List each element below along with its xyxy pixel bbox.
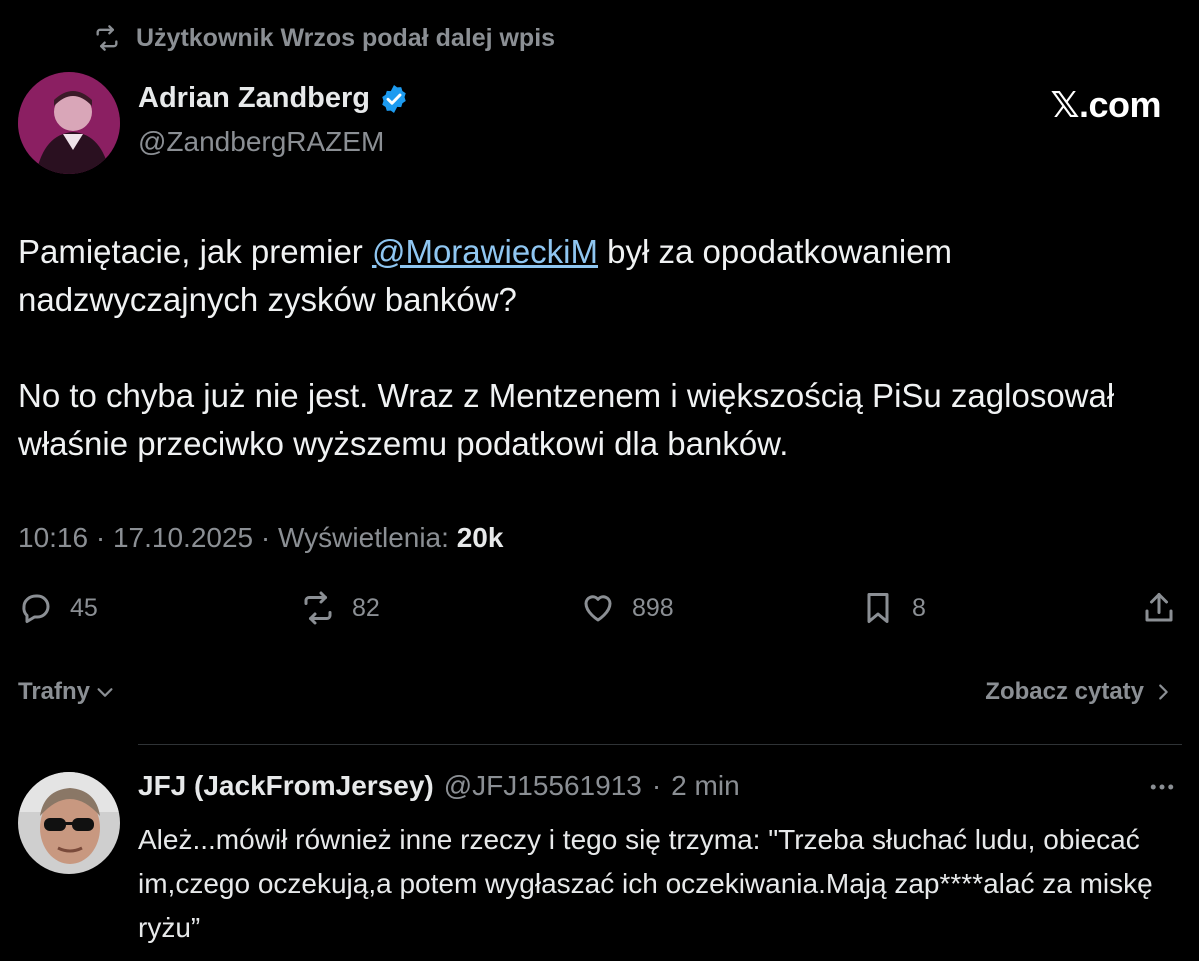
view-quotes-label: Zobacz cytaty <box>985 678 1144 705</box>
author-name-row[interactable]: Adrian Zandberg <box>138 82 410 115</box>
retweet-icon <box>96 25 118 51</box>
retweet-banner-text: Użytkownik Wrzos podał dalej wpis <box>136 23 556 52</box>
reply-avatar[interactable] <box>18 772 120 874</box>
retweet-button[interactable]: 82 <box>300 590 380 626</box>
tweet-meta: 10:16 · 17.10.2025 · Wyświetlenia: 20k <box>18 522 503 554</box>
reply-text: Ależ...mówił również inne rzeczy i tego … <box>138 824 1153 943</box>
retweet-icon <box>304 591 332 625</box>
more-options-icon[interactable] <box>1147 772 1177 802</box>
bookmark-icon <box>867 593 889 623</box>
x-logo: 𝕏.com <box>1050 84 1161 125</box>
reply-button[interactable]: 45 <box>18 590 98 626</box>
verified-badge-icon <box>382 84 406 113</box>
meta-separator: · <box>95 522 106 553</box>
view-quotes-link[interactable]: Zobacz cytaty <box>985 678 1174 706</box>
tweet-text: Pamiętacie, jak premier @MorawieckiM był… <box>18 228 1168 468</box>
tweet-date[interactable]: 17.10.2025 <box>113 522 253 553</box>
reply-count: 45 <box>70 593 98 622</box>
chevron-right-icon <box>1159 684 1168 700</box>
heart-icon <box>584 595 612 622</box>
reply-icon <box>22 594 50 623</box>
author-name: Adrian Zandberg <box>138 82 371 114</box>
replies-filter-bar: Trafny Zobacz cytaty <box>18 678 1178 714</box>
meta-separator: · <box>260 522 271 553</box>
author-handle[interactable]: @ZandbergRAZEM <box>138 126 384 158</box>
reply-author-name[interactable]: JFJ (JackFromJersey) <box>138 770 434 802</box>
mention-link[interactable]: @MorawieckiM <box>372 233 598 270</box>
reply-header: JFJ (JackFromJersey) @JFJ15561913 · 2 mi… <box>138 770 740 802</box>
tweet-paragraph-1: Pamiętacie, jak premier @MorawieckiM był… <box>18 228 1168 324</box>
reply-author-handle[interactable]: @JFJ15561913 <box>444 770 642 802</box>
tweet-text-part: Pamiętacie, jak premier <box>18 233 372 270</box>
divider <box>138 744 1182 745</box>
action-bar: 45 82 898 8 <box>0 590 1199 634</box>
share-icon <box>1145 593 1173 622</box>
reply-separator: · <box>651 770 662 801</box>
like-button[interactable]: 898 <box>580 590 674 626</box>
chevron-down-icon <box>97 688 113 697</box>
tweet-paragraph-2: No to chyba już nie jest. Wraz z Mentzen… <box>18 377 1115 462</box>
retweet-banner[interactable]: Użytkownik Wrzos podał dalej wpis <box>90 20 555 56</box>
reply-time[interactable]: 2 min <box>671 770 739 802</box>
author-avatar[interactable] <box>18 72 120 174</box>
share-button[interactable] <box>1141 590 1177 626</box>
views-label: Wyświetlenia: <box>278 522 449 553</box>
sort-dropdown[interactable]: Trafny <box>18 678 116 706</box>
bookmark-count: 8 <box>912 593 926 622</box>
tweet-time[interactable]: 10:16 <box>18 522 88 553</box>
bookmark-button[interactable]: 8 <box>860 590 926 626</box>
like-count: 898 <box>632 593 674 622</box>
retweet-count: 82 <box>352 593 380 622</box>
sort-label: Trafny <box>18 678 91 705</box>
views-count: 20k <box>456 522 504 553</box>
